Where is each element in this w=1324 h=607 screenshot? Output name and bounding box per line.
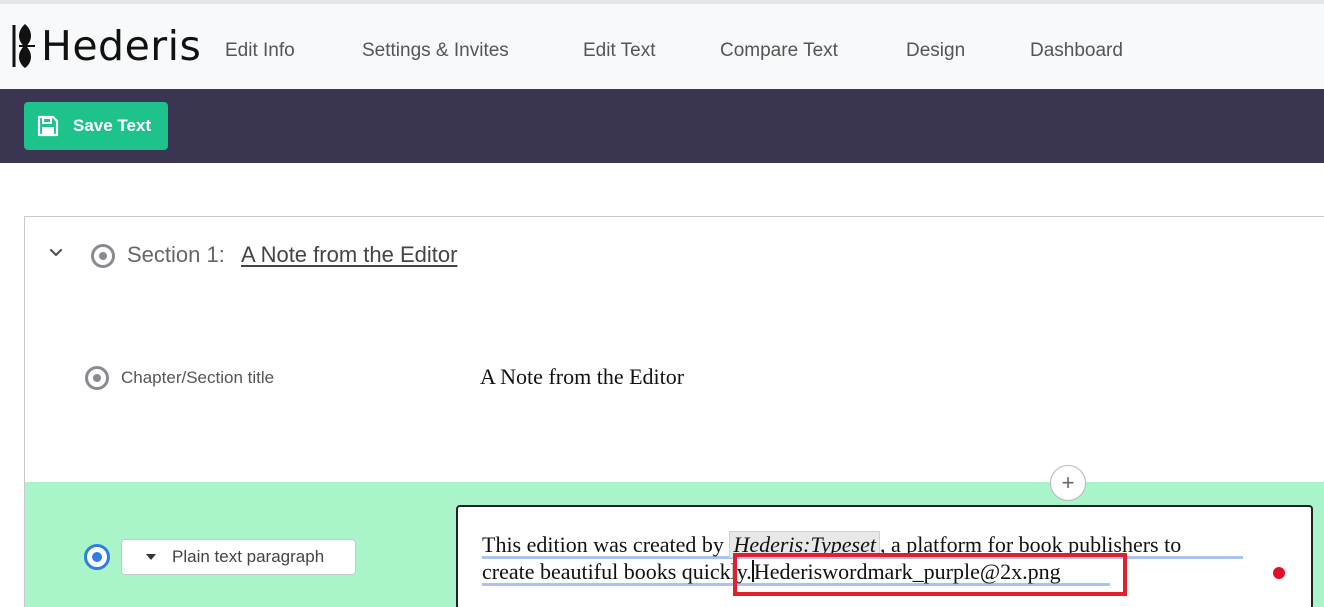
nav-design[interactable]: Design xyxy=(906,40,965,62)
editor-toolbar: Save Text xyxy=(0,89,1324,163)
block-type-select[interactable]: Plain text paragraph xyxy=(121,539,356,575)
ivy-leaf-icon xyxy=(12,24,35,68)
save-text-label: Save Text xyxy=(73,116,152,135)
logo-text: Hederis xyxy=(41,21,202,70)
nav-settings-invites[interactable]: Settings & Invites xyxy=(362,40,509,62)
block-type-label: Plain text paragraph xyxy=(172,547,325,566)
chapter-title-label: Chapter/Section title xyxy=(121,368,275,387)
nav-edit-info[interactable]: Edit Info xyxy=(225,40,295,62)
chapter-title-text[interactable]: A Note from the Editor xyxy=(480,364,684,390)
section-number-label: Section 1: xyxy=(127,242,225,267)
paragraph-text: create beautiful books quickly. xyxy=(482,559,752,584)
add-block-button[interactable]: + xyxy=(1050,465,1086,501)
paragraph-text: This edition was created by xyxy=(482,532,724,557)
caret-down-icon xyxy=(146,554,156,560)
paragraph-row-radio-icon[interactable] xyxy=(84,544,110,570)
hederis-logo[interactable]: Hederis xyxy=(11,18,201,74)
section-title-link[interactable]: A Note from the Editor xyxy=(241,242,457,268)
chapter-row-radio-icon[interactable] xyxy=(85,366,109,390)
nav-compare-text[interactable]: Compare Text xyxy=(720,40,838,62)
nav-dashboard[interactable]: Dashboard xyxy=(1030,40,1123,62)
section-radio-icon[interactable] xyxy=(91,244,115,268)
chevron-down-icon[interactable] xyxy=(48,245,64,261)
nav-edit-text[interactable]: Edit Text xyxy=(583,40,656,62)
unsaved-changes-dot xyxy=(1273,567,1285,579)
top-nav: Hederis Edit Info Settings & Invites Edi… xyxy=(0,0,1324,89)
save-text-button[interactable]: Save Text xyxy=(24,102,168,150)
highlight-annotation-box xyxy=(733,553,1127,596)
floppy-disk-icon xyxy=(37,115,59,137)
